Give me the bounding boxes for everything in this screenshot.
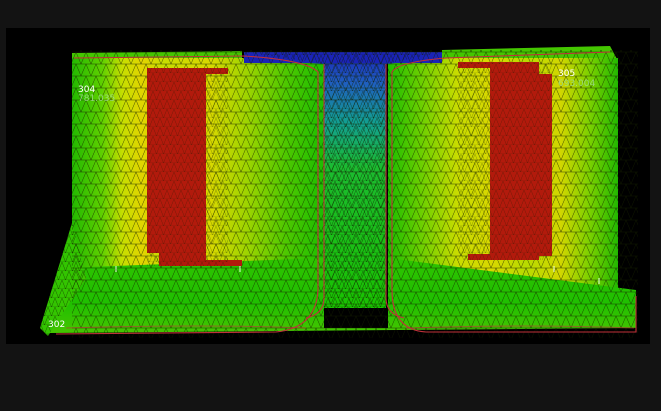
point-elevation-304: 781.035 bbox=[78, 94, 116, 104]
terrain-viewport[interactable]: 304 781.035 305 693.004 302 bbox=[6, 28, 650, 344]
point-label-302: 302 bbox=[48, 320, 66, 330]
point-label-305: 305 bbox=[558, 69, 576, 79]
point-elevation-305: 693.004 bbox=[558, 79, 596, 89]
terrain-mesh-canvas bbox=[40, 46, 638, 338]
